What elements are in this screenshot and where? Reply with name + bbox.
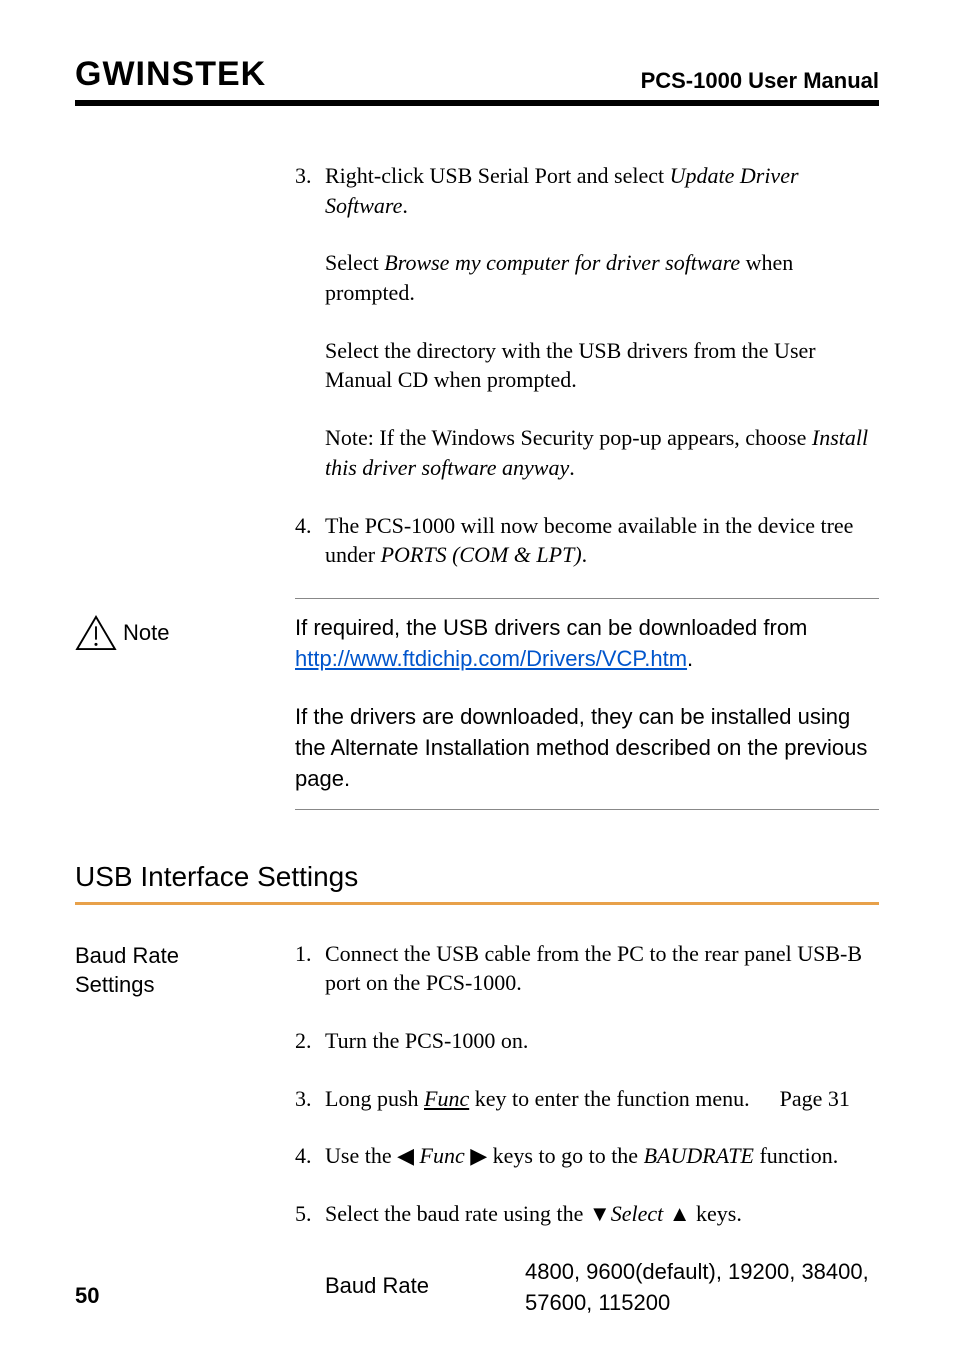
list-item: 3.Long push Func key to enter the functi… (295, 1084, 879, 1114)
baud-rate-label: Baud Rate (325, 1257, 525, 1319)
header-rule (75, 100, 879, 106)
list-number: 1. (295, 939, 325, 998)
baud-rate-values: 4800, 9600(default), 19200, 38400, 57600… (525, 1257, 879, 1319)
paragraph: Right-click USB Serial Port and select U… (325, 161, 879, 220)
page-reference: Page 31 (780, 1086, 850, 1111)
list-number: 3. (295, 1084, 325, 1114)
list-body: Long push Func key to enter the function… (325, 1084, 879, 1114)
list-item: 2.Turn the PCS-1000 on. (295, 1026, 879, 1056)
external-link[interactable]: http://www.ftdichip.com/Drivers/VCP.htm (295, 646, 687, 671)
list-body: Select the baud rate using the ▼Select ▲… (325, 1199, 879, 1318)
note-label-text: Note (123, 618, 169, 648)
paragraph: Use the ◀ Func ▶ keys to go to the BAUDR… (325, 1141, 879, 1171)
list-body: Use the ◀ Func ▶ keys to go to the BAUDR… (325, 1141, 879, 1171)
list-item: 1.Connect the USB cable from the PC to t… (295, 939, 879, 998)
list-item: 3.Right-click USB Serial Port and select… (295, 161, 879, 483)
warning-icon (75, 615, 117, 651)
list-item: 5.Select the baud rate using the ▼Select… (295, 1199, 879, 1318)
list-number: 4. (295, 1141, 325, 1171)
section-rule (75, 902, 879, 905)
paragraph: Turn the PCS-1000 on. (325, 1026, 879, 1056)
paragraph: Select the baud rate using the ▼Select ▲… (325, 1199, 879, 1229)
section-heading: USB Interface Settings (75, 858, 879, 896)
manual-title: PCS-1000 User Manual (641, 68, 879, 94)
note-block: Note If required, the USB drivers can be… (75, 613, 879, 795)
baud-rate-row: Baud Rate4800, 9600(default), 19200, 384… (325, 1257, 879, 1319)
list-item: 4.The PCS-1000 will now become available… (295, 511, 879, 570)
settings-label: Baud Rate Settings (75, 939, 295, 1347)
page-number: 50 (75, 1283, 99, 1309)
list-number: 2. (295, 1026, 325, 1056)
divider (295, 809, 879, 810)
list-item: 4.Use the ◀ Func ▶ keys to go to the BAU… (295, 1141, 879, 1171)
list-body: Connect the USB cable from the PC to the… (325, 939, 879, 998)
divider (295, 598, 879, 599)
list-number: 4. (295, 511, 325, 570)
paragraph: If required, the USB drivers can be down… (295, 613, 879, 675)
paragraph: Select the directory with the USB driver… (325, 336, 879, 395)
list-body: Right-click USB Serial Port and select U… (325, 161, 879, 483)
paragraph: Connect the USB cable from the PC to the… (325, 939, 879, 998)
list-number: 3. (295, 161, 325, 483)
brand-logo: GWINSTEK (75, 55, 266, 94)
page-header: GWINSTEK PCS-1000 User Manual (75, 55, 879, 94)
note-body: If required, the USB drivers can be down… (295, 613, 879, 795)
paragraph: Long push Func key to enter the function… (325, 1084, 879, 1114)
main-content: 3.Right-click USB Serial Port and select… (75, 161, 879, 1346)
paragraph: Note: If the Windows Security pop-up app… (325, 423, 879, 482)
paragraph: If the drivers are downloaded, they can … (295, 702, 879, 794)
settings-block: Baud Rate Settings 1.Connect the USB cab… (75, 939, 879, 1347)
paragraph: Select Browse my computer for driver sof… (325, 248, 879, 307)
paragraph: The PCS-1000 will now become available i… (325, 511, 879, 570)
note-label: Note (75, 613, 295, 651)
list-body: The PCS-1000 will now become available i… (325, 511, 879, 570)
list-number: 5. (295, 1199, 325, 1318)
list-body: Turn the PCS-1000 on. (325, 1026, 879, 1056)
